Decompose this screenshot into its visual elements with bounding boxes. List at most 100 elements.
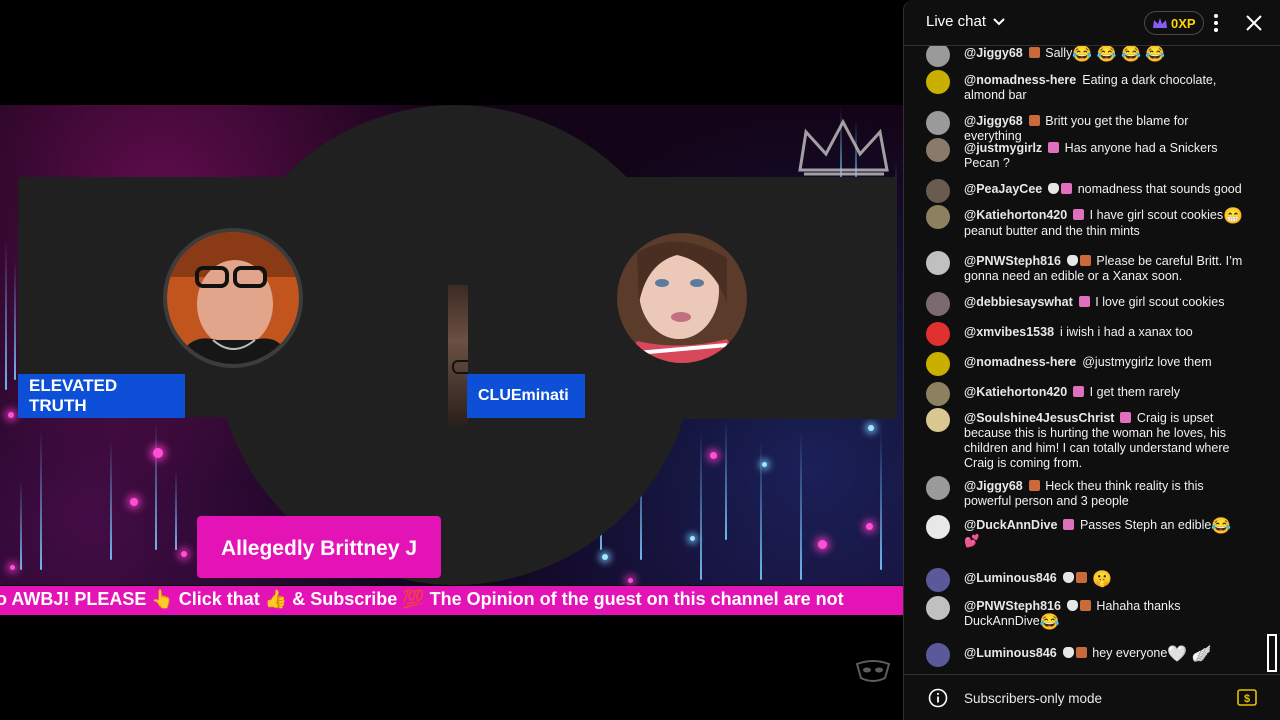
ticker-bar: o AWBJ! PLEASE 👆 Click that 👍 & Subscrib… — [0, 586, 903, 615]
emoji-icon: 😂 — [1039, 614, 1060, 631]
message-text: I get them rarely — [1089, 385, 1180, 399]
subscriber-badge-icon — [1073, 209, 1085, 220]
svg-text:$: $ — [1244, 693, 1250, 705]
author-name[interactable]: @Luminous846 — [964, 646, 1057, 660]
close-icon[interactable] — [1243, 12, 1265, 34]
chat-message-list[interactable]: @Jiggy68 Sally 😂 😂 😂 😂 @nomadness-here Eat… — [904, 46, 1280, 674]
author-name[interactable]: @debbiesayswhat — [964, 295, 1073, 309]
chat-footer: Subscribers-only mode $ — [904, 674, 1280, 720]
author-name[interactable]: @Katiehorton420 — [964, 208, 1067, 222]
video-player[interactable]: ELEVATED TRUTH CLUEminati Allegedly Brit… — [0, 0, 903, 720]
more-vert-icon[interactable] — [1210, 12, 1222, 34]
avatar[interactable] — [926, 643, 950, 667]
message-content: @Luminous846 hey everyone 🤍 🪽 — [964, 646, 1246, 663]
subscriber-badge-icon — [1073, 386, 1085, 397]
member-badge-icon — [1028, 480, 1040, 491]
guest-name-banner: Allegedly Brittney J — [197, 516, 441, 578]
message-content: @Luminous846 🤫 — [964, 571, 1246, 588]
avatar[interactable] — [926, 382, 950, 406]
dollar-icon[interactable]: $ — [1237, 689, 1257, 706]
avatar[interactable] — [926, 568, 950, 592]
xp-badge[interactable]: 0XP — [1144, 11, 1204, 35]
avatar[interactable] — [926, 70, 950, 94]
crown-outline-icon — [798, 118, 889, 176]
message-content: @Jiggy68 Heck theu think reality is this… — [964, 479, 1246, 509]
emoji-icon: 😂 — [1211, 518, 1232, 535]
chat-mode-dropdown[interactable]: Live chat — [926, 13, 1006, 30]
avatar[interactable] — [926, 476, 950, 500]
member-badge-icon — [1028, 47, 1040, 58]
message-content: @Katiehorton420 I get them rarely — [964, 385, 1246, 400]
avatar[interactable] — [926, 408, 950, 432]
participant-avatar-right — [617, 233, 747, 363]
author-name[interactable]: @Jiggy68 — [964, 46, 1023, 60]
subscriber-badge-icon — [1063, 519, 1075, 530]
channel-watermark[interactable] — [853, 658, 893, 686]
author-name[interactable]: @nomadness-here — [964, 73, 1076, 87]
subscribers-only-mode-label: Subscribers-only mode — [964, 691, 1103, 706]
avatar[interactable] — [926, 179, 950, 203]
member-badge-icon — [1075, 572, 1087, 583]
author-name[interactable]: @nomadness-here — [964, 355, 1076, 369]
avatar[interactable] — [926, 205, 950, 229]
avatar[interactable] — [926, 352, 950, 376]
emoji-icon: 🤫 — [1092, 571, 1113, 588]
author-name[interactable]: @PeaJayCee — [964, 182, 1042, 196]
author-name[interactable]: @Katiehorton420 — [964, 385, 1067, 399]
author-name[interactable]: @Luminous846 — [964, 571, 1057, 585]
avatar[interactable] — [926, 138, 950, 162]
author-name[interactable]: @Jiggy68 — [964, 114, 1023, 128]
message-content: @Katiehorton420 I have girl scout cookie… — [964, 208, 1246, 239]
member-badge-icon — [1075, 647, 1087, 658]
message-content: @nomadness-here @justmygirlz love them — [964, 355, 1246, 370]
message-text: I love girl scout cookies — [1095, 295, 1225, 309]
message-text-continued: peanut butter and the thin mints — [964, 224, 1140, 238]
subscriber-badge-icon — [1078, 296, 1090, 307]
moderator-badge-icon — [1048, 183, 1060, 194]
message-text: nomadness that sounds good — [1077, 182, 1242, 196]
avatar[interactable] — [926, 596, 950, 620]
member-badge-icon — [1028, 115, 1040, 126]
message-content: @PNWSteph816 Hahaha thanks DuckAnnDive 😂 — [964, 599, 1246, 631]
message-content: @Jiggy68 Britt you get the blame for eve… — [964, 114, 1246, 144]
message-text: hey everyone — [1092, 646, 1168, 660]
chat-scrollbar[interactable] — [1267, 634, 1277, 672]
message-text: @justmygirlz love them — [1082, 355, 1212, 369]
moderator-badge-icon — [1062, 572, 1074, 583]
participant-avatar-left — [163, 228, 303, 368]
message-content: @xmvibes1538 i iwish i had a xanax too — [964, 325, 1246, 340]
author-name[interactable]: @DuckAnnDive — [964, 518, 1057, 532]
avatar[interactable] — [926, 111, 950, 135]
subscriber-badge-icon — [1048, 142, 1060, 153]
author-name[interactable]: @Jiggy68 — [964, 479, 1023, 493]
subscriber-badge-icon — [1061, 183, 1073, 194]
avatar[interactable] — [926, 322, 950, 346]
participant-name-left: ELEVATED TRUTH — [18, 374, 185, 418]
message-text: Passes Steph an edible — [1079, 518, 1212, 532]
author-name[interactable]: @xmvibes1538 — [964, 325, 1054, 339]
moderator-badge-icon — [1066, 600, 1078, 611]
message-text: i iwish i had a xanax too — [1060, 325, 1193, 339]
avatar[interactable] — [926, 251, 950, 275]
author-name[interactable]: @PNWSteph816 — [964, 599, 1061, 613]
chat-header: Live chat 0XP — [904, 0, 1280, 46]
chat-title: Live chat — [926, 13, 987, 30]
message-text: Sally — [1045, 46, 1073, 60]
moderator-badge-icon — [1066, 255, 1078, 266]
live-chat-panel: Live chat 0XP @Jiggy68 Sally 😂 😂 😂 😂 @nom… — [903, 0, 1280, 720]
author-name[interactable]: @Soulshine4JesusChrist — [964, 411, 1114, 425]
info-icon[interactable] — [928, 688, 948, 708]
avatar[interactable] — [926, 46, 950, 67]
message-content: @PeaJayCee nomadness that sounds good — [964, 182, 1246, 197]
xp-value: 0XP — [1171, 15, 1196, 31]
author-name[interactable]: @justmygirlz — [964, 141, 1042, 155]
message-content: @PNWSteph816 Please be careful Britt. I’… — [964, 254, 1246, 284]
author-name[interactable]: @PNWSteph816 — [964, 254, 1061, 268]
avatar[interactable] — [926, 515, 950, 539]
avatar[interactable] — [926, 292, 950, 316]
message-text-continued: 💕 — [964, 534, 980, 548]
message-content: @debbiesayswhat I love girl scout cookie… — [964, 295, 1246, 310]
emoji-icon: 😁 — [1223, 208, 1243, 225]
center-camera-feed — [448, 285, 468, 425]
message-content: @nomadness-here Eating a dark chocolate, … — [964, 73, 1246, 103]
